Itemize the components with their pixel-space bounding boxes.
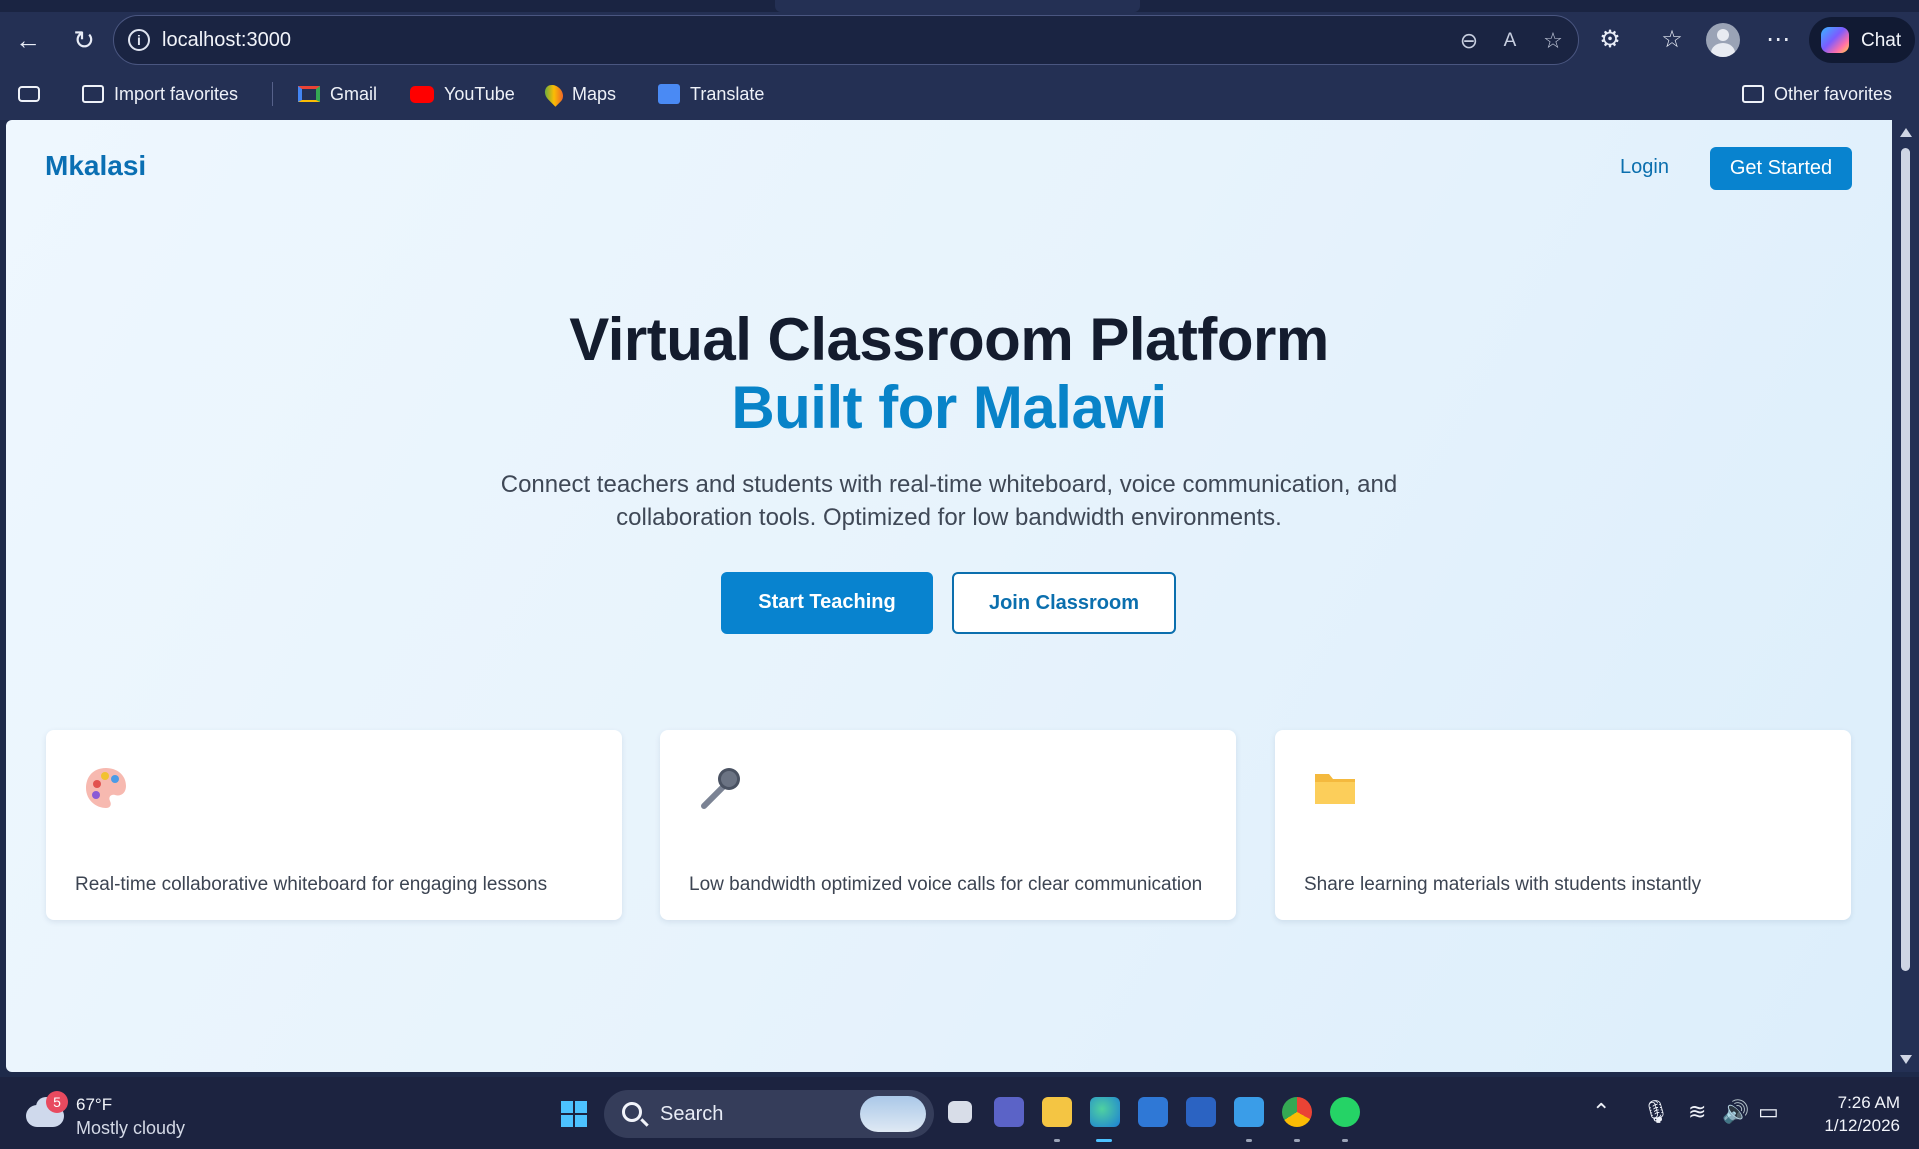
profile-avatar[interactable] [1706,23,1740,57]
scroll-down-icon[interactable] [1900,1055,1912,1064]
get-started-button[interactable]: Get Started [1710,147,1852,190]
search-highlight-art [860,1096,926,1132]
microphone-tray-icon[interactable]: 🎙 [1642,1099,1670,1125]
youtube-icon [410,85,434,103]
microsoft-store-icon[interactable] [1138,1097,1168,1127]
refresh-icon[interactable]: ↻ [66,22,102,58]
bookmark-label: Gmail [330,83,378,104]
bookmark-other-favorites[interactable]: Other favorites [1742,82,1892,106]
gmail-icon [298,86,320,102]
scroll-up-icon[interactable] [1900,128,1912,137]
wifi-icon[interactable]: ≋ [1688,1099,1706,1125]
site-info-icon[interactable]: i [128,29,150,51]
back-arrow-icon[interactable]: ← [10,22,46,58]
import-favorites-icon [82,85,104,103]
address-bar[interactable]: i localhost:3000 ⊖ A ☆ [113,15,1579,65]
page-scrollbar[interactable] [1892,120,1919,1072]
hero-subtitle: Built for Malawi [731,374,1167,441]
start-teaching-button[interactable]: Start Teaching [721,572,933,634]
clock-time: 7:26 AM [1837,1093,1900,1112]
file-explorer-icon[interactable] [1042,1097,1072,1127]
volume-icon[interactable]: 🔊 [1722,1099,1749,1125]
search-label: Search [660,1103,724,1125]
active-tab[interactable] [775,0,1140,12]
scrollbar-thumb[interactable] [1901,148,1910,971]
chrome-icon[interactable] [1282,1097,1312,1127]
translate-icon [658,84,680,104]
task-view-icon[interactable] [948,1101,972,1123]
brand-logo[interactable]: Mkalasi [45,150,146,182]
running-indicator [1294,1139,1300,1142]
browser-toolbar: ← ↻ i localhost:3000 ⊖ A ☆ ⚙ ☆ ⋯ Chat [0,12,1919,68]
notification-badge: 5 [46,1091,68,1113]
system-clock[interactable]: 7:26 AM 1/12/2026 [1790,1091,1900,1137]
bookmark-label: Import favorites [114,83,239,104]
word-icon[interactable] [1186,1097,1216,1127]
feature-text: Share learning materials with students i… [1304,874,1702,895]
bookmarks-bar: Import favorites Gmail YouTube Maps Tran… [0,68,1919,120]
read-aloud-icon[interactable]: A [1497,28,1523,54]
bookmark-translate[interactable]: Translate [658,82,764,106]
folder-icon [1315,774,1355,804]
bookmark-label: YouTube [444,83,515,104]
feature-text: Real-time collaborative whiteboard for e… [75,874,548,895]
weather-temp: 67°F [76,1095,113,1114]
page-viewport: Mkalasi Login Get Started Virtual Classr… [6,120,1892,1072]
chevron-up-icon[interactable]: ⌃ [1592,1099,1610,1125]
folder-outline-icon [1742,85,1764,103]
tab-strip [0,0,1919,12]
windows-start-icon[interactable] [561,1101,587,1127]
url-text[interactable]: localhost:3000 [162,29,291,52]
weather-widget[interactable]: 5 67°F Mostly cloudy [26,1091,226,1138]
favorite-star-icon[interactable]: ☆ [1540,28,1566,54]
search-icon [622,1102,642,1122]
battery-icon[interactable]: ▭ [1758,1099,1779,1125]
palette-icon [86,768,126,808]
bookmark-separator [272,82,273,106]
hero-title: Virtual Classroom Platform [569,306,1329,373]
bookmark-gmail[interactable]: Gmail [298,82,377,106]
photos-icon[interactable] [1234,1097,1264,1127]
weather-condition: Mostly cloudy [76,1118,186,1138]
chat-label: Chat [1861,30,1902,51]
feature-card-materials: Share learning materials with students i… [1275,730,1851,920]
bookmark-maps[interactable]: Maps [541,81,617,107]
feature-card-voice: Low bandwidth optimized voice calls for … [660,730,1236,920]
login-link[interactable]: Login [1620,156,1669,179]
windows-taskbar: 5 67°F Mostly cloudy Search ⌃ 🎙 ≋ 🔊 ▭ 7:… [0,1077,1919,1149]
feature-text: Low bandwidth optimized voice calls for … [689,874,1203,895]
copilot-icon [1821,27,1849,53]
running-indicator [1342,1139,1348,1142]
clock-date: 1/12/2026 [1824,1116,1900,1135]
taskbar-search[interactable]: Search [604,1090,934,1138]
maps-icon [541,81,567,107]
bookmark-import-favorites[interactable]: Import favorites [82,82,238,106]
bookmark-label: Other favorites [1774,83,1893,104]
bookmark-label: Maps [572,83,617,104]
teams-icon[interactable] [994,1097,1024,1127]
bookmark-label: Translate [690,83,765,104]
more-menu-icon[interactable]: ⋯ [1760,22,1796,58]
bookmark-youtube[interactable]: YouTube [410,82,515,106]
zoom-out-icon[interactable]: ⊖ [1456,28,1482,54]
active-indicator [1096,1139,1112,1142]
extensions-icon[interactable]: ⚙ [1592,22,1628,58]
copilot-chat-button[interactable]: Chat [1809,17,1915,63]
whatsapp-icon[interactable] [1330,1097,1360,1127]
favorites-list-icon[interactable]: ☆ [1654,22,1690,58]
feature-card-whiteboard: Real-time collaborative whiteboard for e… [46,730,622,920]
join-classroom-button[interactable]: Join Classroom [952,572,1176,634]
collections-icon[interactable] [18,82,50,106]
edge-browser-icon[interactable] [1090,1097,1120,1127]
running-indicator [1054,1139,1060,1142]
running-indicator [1246,1139,1252,1142]
microphone-icon [701,768,740,809]
hero-description: Connect teachers and students with real-… [500,471,1398,531]
